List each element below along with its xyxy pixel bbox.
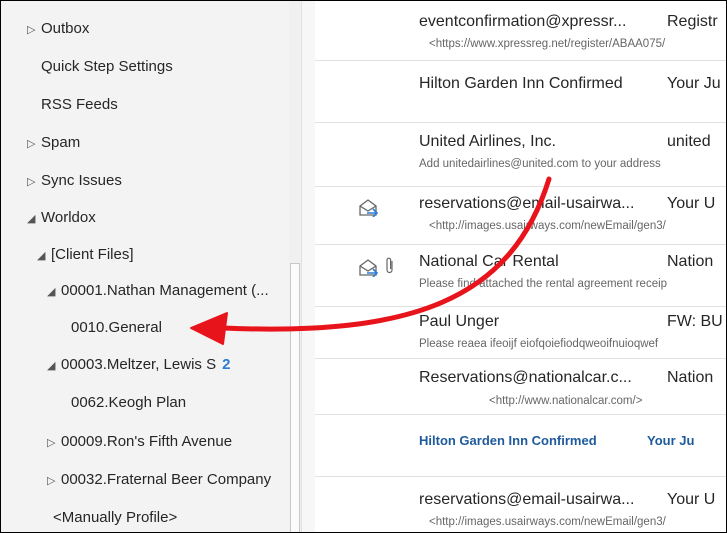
replied-icon <box>359 199 379 217</box>
message-item[interactable]: Reservations@nationalcar.c... Nation <ht… <box>315 359 726 415</box>
folder-worldox[interactable]: ◢ Worldox <box>1 199 301 237</box>
folder-client-files[interactable]: ◢ [Client Files] <box>1 236 301 274</box>
attachment-icon <box>386 257 393 274</box>
folder-label: Outbox <box>41 20 90 37</box>
folder-scrollbar-thumb[interactable] <box>290 263 300 532</box>
message-subject: united <box>667 133 711 150</box>
folder-label: 00003.Meltzer, Lewis S <box>61 356 217 373</box>
message-sender: Reservations@nationalcar.c... <box>419 369 632 386</box>
folder-nathan-management[interactable]: ◢ 00001.Nathan Management (... <box>1 272 301 310</box>
message-subject: Your U <box>667 491 716 508</box>
folder-label: RSS Feeds <box>41 96 118 113</box>
message-item[interactable]: National Car Rental Nation Please find a… <box>315 245 726 307</box>
message-subject: Registr <box>667 13 718 30</box>
folder-outbox[interactable]: ▷ Outbox <box>1 10 301 48</box>
message-preview: <http://images.usairways.com/newEmail/ge… <box>429 220 666 232</box>
expand-icon[interactable]: ▷ <box>47 462 61 499</box>
folder-quick-step-settings[interactable]: Quick Step Settings <box>1 48 301 86</box>
folder-label: 0010.General <box>71 319 162 336</box>
collapse-icon[interactable]: ◢ <box>47 347 61 384</box>
collapse-icon[interactable]: ◢ <box>27 200 41 237</box>
message-preview: <http://images.usairways.com/newEmail/ge… <box>429 516 666 528</box>
message-sender: National Car Rental <box>419 253 559 270</box>
folder-label: Quick Step Settings <box>41 58 173 75</box>
message-sender: United Airlines, Inc. <box>419 133 556 150</box>
message-item[interactable]: Paul Unger FW: BU Please reaea ifeoijf e… <box>315 307 726 359</box>
folder-label: [Client Files] <box>51 246 134 263</box>
folder-sync-issues[interactable]: ▷ Sync Issues <box>1 162 301 200</box>
expand-icon[interactable]: ▷ <box>27 11 41 48</box>
message-list: eventconfirmation@xpressr... Registr <ht… <box>315 1 726 532</box>
message-sender: reservations@email-usairwa... <box>419 195 635 212</box>
message-item[interactable]: reservations@email-usairwa... Your U <ht… <box>315 187 726 245</box>
message-preview: Please reaea ifeoijf eiofqoiefiodqweoifn… <box>419 338 659 350</box>
message-sender: reservations@email-usairwa... <box>419 491 635 508</box>
folder-spam[interactable]: ▷ Spam <box>1 124 301 162</box>
message-subject: Your Ju <box>667 75 721 92</box>
message-subject: Nation <box>667 253 714 270</box>
folder-label: 00032.Fraternal Beer Company <box>61 471 272 488</box>
message-subject: Your Ju <box>647 433 695 448</box>
folder-label: Sync Issues <box>41 172 122 189</box>
message-item[interactable]: reservations@email-usairwa... Your U <ht… <box>315 477 726 532</box>
expand-icon[interactable]: ▷ <box>47 424 61 461</box>
message-subject: Nation <box>667 369 714 386</box>
message-preview: Add unitedairlines@united.com to your ad… <box>419 158 661 170</box>
replied-icon <box>359 259 379 277</box>
message-preview: <https://www.xpressreg.net/register/ABAA… <box>429 38 666 50</box>
message-subject: FW: BU <box>667 313 723 330</box>
collapse-icon[interactable]: ◢ <box>47 273 61 310</box>
folder-label: Worldox <box>41 209 96 226</box>
message-preview: Please find attached the rental agreemen… <box>419 278 668 290</box>
pane-divider[interactable] <box>301 1 315 532</box>
folder-label: Spam <box>41 134 81 151</box>
folder-label: 00001.Nathan Management (... <box>61 282 269 299</box>
message-sender: eventconfirmation@xpressr... <box>419 13 627 30</box>
folder-0010-general[interactable]: 0010.General <box>1 309 301 347</box>
message-preview: <http://www.nationalcar.com/> <box>489 395 643 407</box>
message-item[interactable]: Hilton Garden Inn Confirmed Your Ju <box>315 61 726 123</box>
folder-label: 00009.Ron's Fifth Avenue <box>61 433 233 450</box>
folder-rons-fifth-avenue[interactable]: ▷ 00009.Ron's Fifth Avenue <box>1 423 301 461</box>
message-item[interactable]: United Airlines, Inc. united Add uniteda… <box>315 123 726 187</box>
message-sender: Hilton Garden Inn Confirmed <box>419 433 597 448</box>
folder-manually-profile[interactable]: <Manually Profile> <box>1 499 301 532</box>
outlook-window: ▷ Outbox Quick Step Settings RSS Feeds ▷ S… <box>0 0 727 533</box>
message-sender: Paul Unger <box>419 313 500 330</box>
message-item[interactable]: eventconfirmation@xpressr... Registr <ht… <box>315 1 726 61</box>
folder-rss-feeds[interactable]: RSS Feeds <box>1 86 301 124</box>
expand-icon[interactable]: ▷ <box>27 163 41 200</box>
expand-icon[interactable]: ▷ <box>27 125 41 162</box>
folder-meltzer-lewis[interactable]: ◢ 00003.Meltzer, Lewis S 2 <box>1 346 301 384</box>
folder-fraternal-beer-company[interactable]: ▷ 00032.Fraternal Beer Company <box>1 461 301 499</box>
message-subject: Your U <box>667 195 716 212</box>
message-item[interactable]: Hilton Garden Inn Confirmed Your Ju <box>315 415 726 477</box>
message-sender: Hilton Garden Inn Confirmed <box>419 75 623 92</box>
unread-count-badge: 2 <box>222 356 231 373</box>
folder-label: <Manually Profile> <box>53 509 178 526</box>
folder-label: 0062.Keogh Plan <box>71 394 187 411</box>
folder-pane: ▷ Outbox Quick Step Settings RSS Feeds ▷ S… <box>1 1 301 532</box>
collapse-icon[interactable]: ◢ <box>37 237 51 274</box>
folder-0062-keogh-plan[interactable]: 0062.Keogh Plan <box>1 384 301 422</box>
